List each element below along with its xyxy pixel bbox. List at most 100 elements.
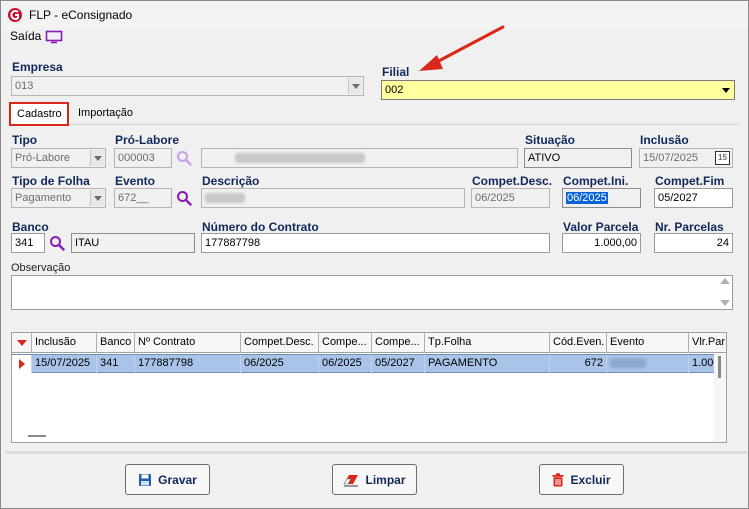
scroll-down-icon[interactable] (720, 300, 730, 306)
tipo-folha-value: Pagamento (15, 192, 72, 204)
situacao-value: ATIVO (528, 152, 561, 164)
filial-label: Filial (382, 65, 410, 79)
filial-select[interactable]: 002 (381, 80, 735, 100)
tab-importacao[interactable]: Importação (72, 103, 142, 125)
empresa-select[interactable]: 013 (11, 76, 364, 96)
bottom-separator (5, 451, 747, 454)
col-banco[interactable]: Banco (97, 333, 135, 353)
compet-fim-input[interactable]: 05/2027 (654, 188, 733, 208)
cell-nr-contrato: 177887798 (135, 355, 241, 373)
compet-fim-value: 05/2027 (658, 192, 698, 204)
chevron-down-icon[interactable] (348, 78, 362, 94)
evento-label: Evento (115, 174, 156, 188)
nr-parcelas-input[interactable]: 24 (654, 233, 733, 253)
nr-parcelas-label: Nr. Parcelas (655, 220, 724, 234)
tipo-folha-select[interactable]: Pagamento (11, 188, 106, 208)
empresa-label: Empresa (12, 60, 63, 74)
col-inclusao[interactable]: Inclusão (32, 333, 97, 353)
banco-code-value: 341 (15, 237, 34, 249)
row-indicator (12, 355, 32, 373)
col-compet-fim[interactable]: Compe... (372, 333, 425, 353)
chevron-down-icon[interactable] (90, 190, 104, 206)
search-icon[interactable] (49, 235, 65, 251)
evento-value: 672__ (118, 192, 149, 204)
scroll-up-icon[interactable] (720, 278, 730, 284)
col-compet-desc[interactable]: Compet.Desc. (241, 333, 319, 353)
situacao-field: ATIVO (524, 148, 632, 168)
banco-code-input[interactable]: 341 (11, 233, 45, 253)
tipo-value: Pró-Labore (15, 152, 71, 164)
gravar-button[interactable]: Gravar (125, 464, 210, 495)
banco-name-field: ITAU (71, 233, 195, 253)
grid-hscroll-thumb[interactable] (28, 435, 46, 437)
cell-banco: 341 (97, 355, 135, 373)
col-vlr-parcela[interactable]: Vlr.Par (689, 333, 726, 353)
gravar-label: Gravar (158, 472, 197, 487)
calendar-icon[interactable]: 15 (715, 151, 730, 165)
observacao-textarea[interactable] (11, 275, 733, 310)
inclusao-value: 15/07/2025 (643, 152, 699, 164)
compet-ini-label: Compet.Ini. (563, 174, 629, 188)
banco-label: Banco (12, 220, 49, 234)
redacted-evento (610, 358, 646, 369)
valor-parcela-value: 1.000,00 (594, 237, 637, 249)
valor-parcela-label: Valor Parcela (563, 220, 639, 234)
cell-compet-ini: 06/2025 (319, 355, 372, 373)
numero-contrato-label: Número do Contrato (202, 220, 319, 234)
pro-labore-input[interactable]: 000003 (114, 148, 172, 168)
grid-indicator-header (12, 333, 32, 353)
valor-parcela-input[interactable]: 1.000,00 (562, 233, 641, 253)
monitor-icon[interactable] (45, 30, 63, 44)
situacao-label: Situação (525, 133, 576, 147)
observacao-label: Observação (11, 262, 71, 274)
sort-down-icon[interactable] (17, 340, 27, 346)
search-icon[interactable] (176, 190, 192, 206)
col-compet-ini[interactable]: Compe... (319, 333, 372, 353)
contracts-grid[interactable]: Inclusão Banco Nº Contrato Compet.Desc. … (11, 332, 727, 443)
excluir-button[interactable]: Excluir (539, 464, 624, 495)
compet-ini-input[interactable]: 06/2025 (562, 188, 641, 208)
nr-parcelas-value: 24 (716, 237, 729, 249)
scrollbar-thumb[interactable] (718, 356, 721, 378)
col-cod-evento[interactable]: Cód.Even. (550, 333, 607, 353)
redacted-descricao (205, 193, 245, 204)
pro-labore-value: 000003 (118, 152, 155, 164)
chevron-down-icon[interactable] (719, 82, 733, 98)
menu-saida[interactable]: Saída (10, 29, 41, 43)
banco-name-value: ITAU (75, 237, 100, 249)
compet-desc-field: 06/2025 (471, 188, 550, 208)
cell-inclusao: 15/07/2025 (32, 355, 97, 373)
compet-fim-label: Compet.Fim (655, 174, 725, 188)
tipo-label: Tipo (12, 133, 38, 147)
app-logo-icon (8, 8, 22, 22)
redacted-name (235, 153, 365, 164)
inclusao-label: Inclusão (640, 133, 689, 147)
row-pointer-icon (19, 359, 25, 369)
trash-icon (552, 472, 564, 486)
tipo-select[interactable]: Pró-Labore (11, 148, 106, 168)
grid-scrollbar[interactable] (714, 354, 726, 442)
col-evento[interactable]: Evento (607, 333, 689, 353)
search-icon[interactable] (176, 150, 192, 166)
title-bar: FLP - eConsignado (1, 1, 748, 29)
col-tp-folha[interactable]: Tp.Folha (425, 333, 550, 353)
inclusao-date-field[interactable]: 15/07/2025 15 (639, 148, 733, 168)
cell-cod-evento: 672 (550, 355, 607, 373)
compet-ini-value: 06/2025 (566, 192, 608, 204)
compet-desc-label: Compet.Desc. (472, 174, 553, 188)
empresa-value: 013 (15, 80, 34, 92)
annotation-arrow-icon (419, 25, 505, 71)
numero-contrato-input[interactable]: 177887798 (201, 233, 550, 253)
cell-tp-folha: PAGAMENTO (425, 355, 550, 373)
app-window: FLP - eConsignado Saída Empresa 013 Fili… (0, 0, 749, 509)
tipo-folha-label: Tipo de Folha (12, 174, 90, 188)
limpar-button[interactable]: Limpar (332, 464, 417, 495)
table-row[interactable]: 15/07/2025 341 177887798 06/2025 06/2025… (12, 354, 726, 373)
excluir-label: Excluir (570, 472, 611, 487)
descricao-label: Descrição (202, 174, 260, 188)
col-nr-contrato[interactable]: Nº Contrato (135, 333, 241, 353)
evento-input[interactable]: 672__ (114, 188, 172, 208)
pro-labore-name-field (201, 148, 518, 168)
chevron-down-icon[interactable] (90, 150, 104, 166)
numero-contrato-value: 177887798 (205, 237, 261, 249)
